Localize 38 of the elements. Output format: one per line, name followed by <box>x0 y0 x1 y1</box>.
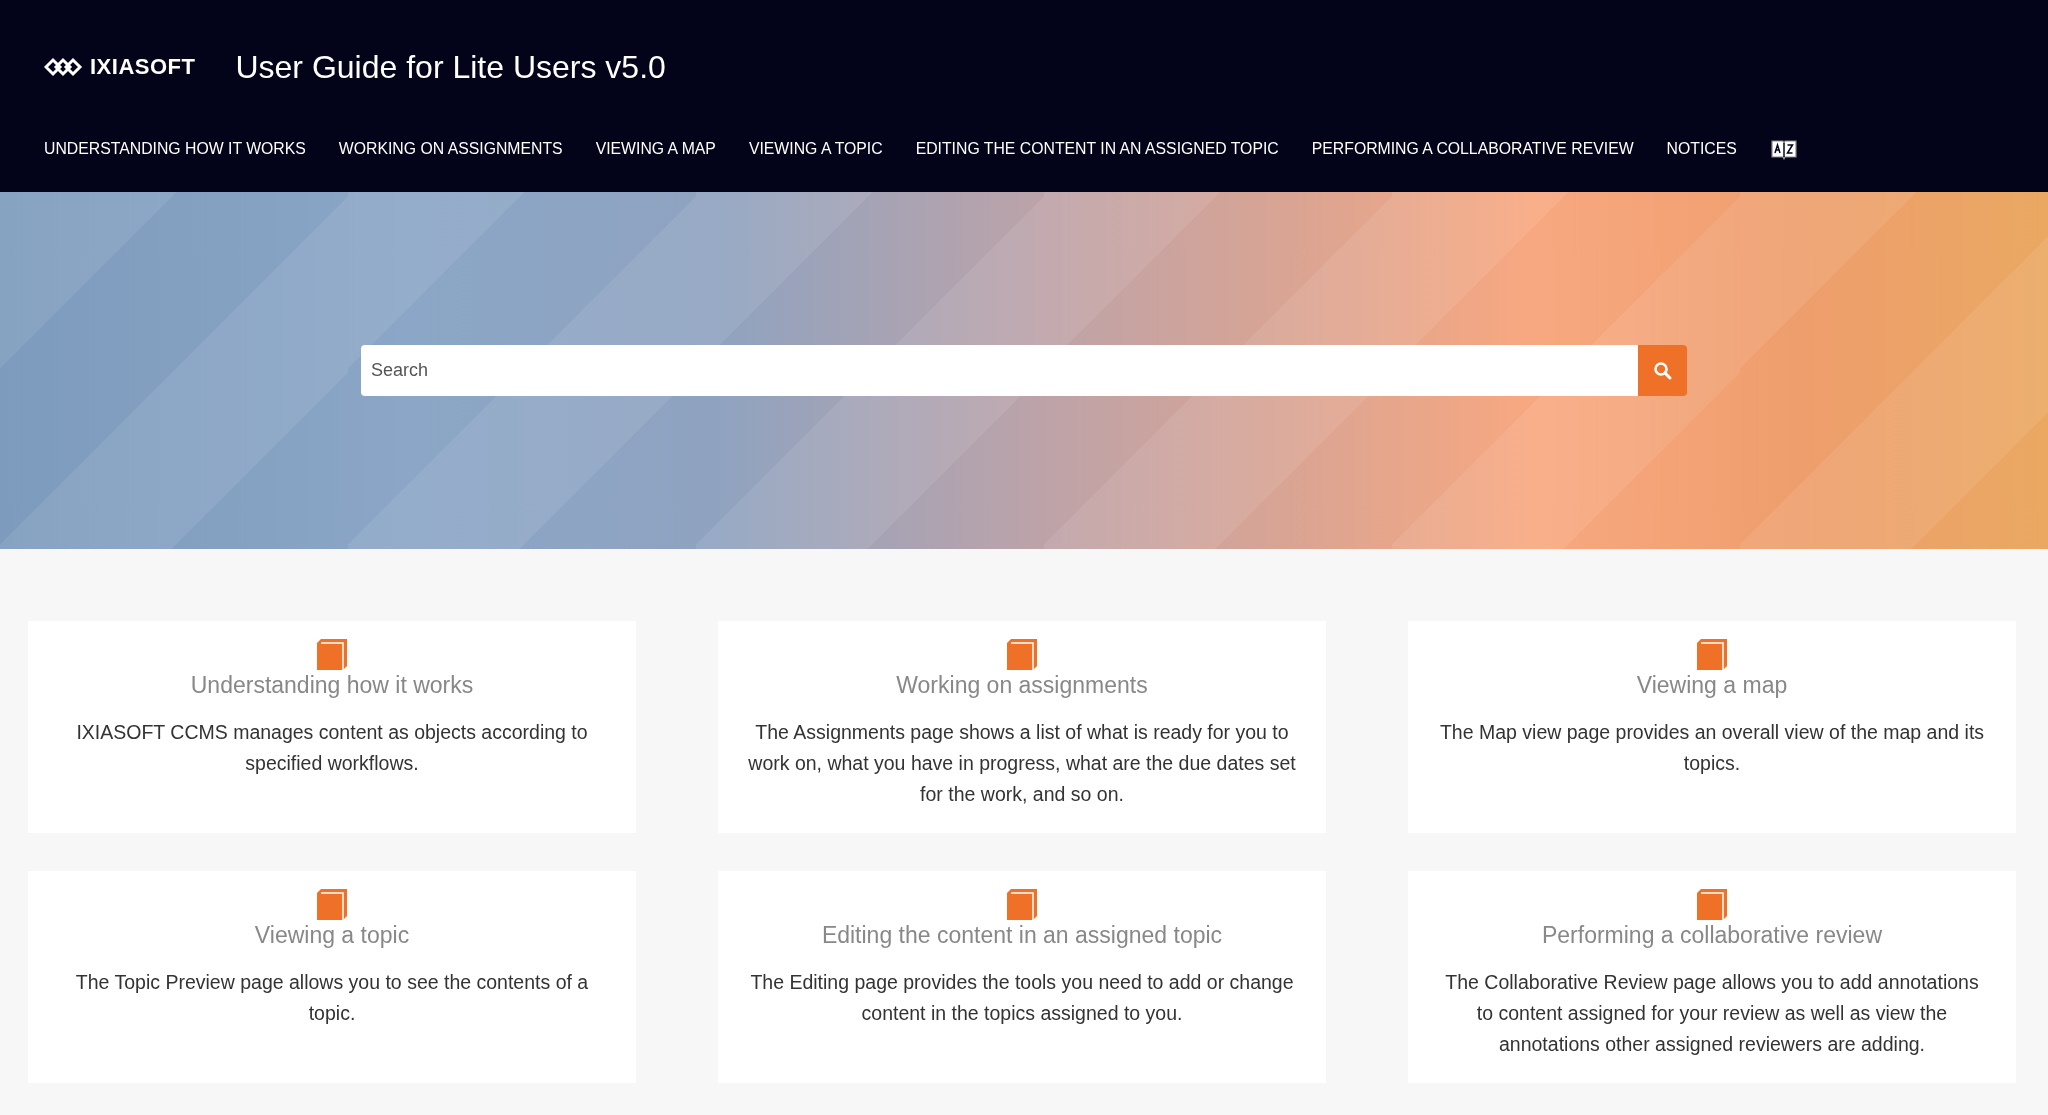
card-title[interactable]: Viewing a topic <box>254 922 410 949</box>
card-description: The Assignments page shows a list of what is ready for you to work on, what you have in progress, what are the due dates set for the work, and so on. <box>748 720 1296 807</box>
topic-card[interactable]: Understanding how it works IXIASOFT CCMS manages content as objects according to specified workflows. <box>28 621 636 833</box>
topic-card[interactable]: Viewing a map The Map view page provides an overall view of the map and its topics. <box>1408 621 2016 833</box>
nav-link[interactable]: NOTICES <box>1666 140 1737 158</box>
topic-card[interactable]: Editing the content in an assigned topic The Editing page provides the tools you need to add or change content in the topics assigned to you. <box>718 871 1326 1083</box>
topic-card[interactable]: Viewing a topic The Topic Preview page allows you to see the contents of a topic. <box>28 871 636 1083</box>
book-icon <box>1697 639 1727 670</box>
book-icon <box>1697 889 1727 920</box>
topic-card[interactable]: Working on assignments The Assignments page shows a list of what is ready for you to work on, what you have in progress, what are the due dates set for the work, and so on. <box>718 621 1326 833</box>
search-icon <box>1652 360 1673 381</box>
page-title: User Guide for Lite Users v5.0 <box>235 48 666 86</box>
card-description: The Editing page provides the tools you need to add or change content in the topics assigned to you. <box>749 970 1295 1026</box>
card-description: IXIASOFT CCMS manages content as objects according to specified workflows. <box>75 720 589 776</box>
card-description: The Map view page provides an overall view of the map and its topics. <box>1438 720 1986 776</box>
nav-link[interactable]: UNDERSTANDING HOW IT WORKS <box>44 140 306 158</box>
card-title[interactable]: Editing the content in an assigned topic <box>821 922 1223 949</box>
book-icon <box>1007 889 1037 920</box>
card-title[interactable]: Understanding how it works <box>190 672 474 699</box>
topic-card[interactable]: Performing a collaborative review The Collaborative Review page allows you to add annotations to content assigned for your review as well as view the annotations other assigned reviewers are adding. <box>1408 871 2016 1083</box>
search-button[interactable] <box>1638 345 1687 396</box>
card-title[interactable]: Working on assignments <box>896 672 1148 699</box>
book-icon <box>317 639 347 670</box>
book-icon[interactable] <box>1769 138 1798 160</box>
book-icon <box>317 889 347 920</box>
logo-text: IXIASOFT <box>90 54 196 80</box>
search-field[interactable]: Search <box>361 345 1638 396</box>
book-icon <box>1007 639 1037 670</box>
card-title[interactable]: Viewing a map <box>1636 672 1788 699</box>
card-title[interactable]: Performing a collaborative review <box>1541 922 1882 949</box>
nav-link[interactable]: PERFORMING A COLLABORATIVE REVIEW <box>1311 140 1634 158</box>
nav-link[interactable]: EDITING THE CONTENT IN AN ASSIGNED TOPIC <box>915 140 1279 158</box>
nav-link[interactable]: VIEWING A MAP <box>595 140 716 158</box>
card-description: The Topic Preview page allows you to see the contents of a topic. <box>74 970 590 1026</box>
nav-link[interactable]: VIEWING A TOPIC <box>748 140 883 158</box>
logo-icon <box>44 57 84 77</box>
nav-link[interactable]: WORKING ON ASSIGNMENTS <box>338 140 563 158</box>
card-description: The Collaborative Review page allows you to add annotations to content assigned for your review as well as view the annotations other assigned reviewers are adding. <box>1444 970 1980 1057</box>
